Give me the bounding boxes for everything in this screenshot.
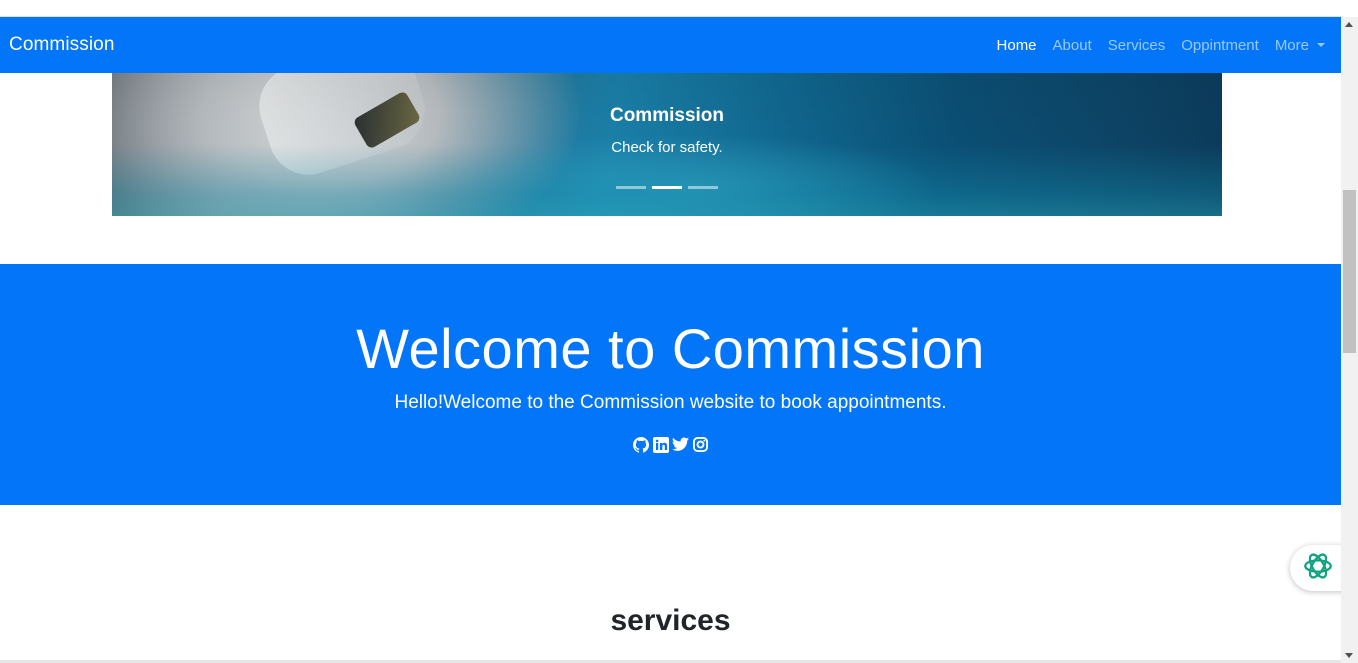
carousel-caption-title: Commission	[609, 105, 725, 126]
hero-subtitle: Hello!Welcome to the Commission website …	[394, 392, 947, 413]
nav-appointment-link[interactable]: Oppintment	[1181, 37, 1259, 54]
twitter-icon[interactable]	[672, 436, 689, 453]
vertical-scrollbar[interactable]	[1341, 17, 1358, 663]
nav-home-link[interactable]: Home	[997, 37, 1037, 54]
carousel-indicator-2[interactable]	[652, 186, 682, 189]
scrollbar-thumb[interactable]	[1343, 190, 1356, 353]
hero-jumbotron: Welcome to Commission Hello!Welcome to t…	[0, 264, 1341, 505]
openai-logo-icon	[1301, 549, 1335, 588]
carousel-indicator-1[interactable]	[616, 186, 646, 189]
carousel-indicator-3[interactable]	[688, 186, 718, 189]
services-heading: services	[610, 604, 731, 637]
instagram-icon[interactable]	[692, 436, 709, 453]
linkedin-icon[interactable]	[652, 436, 669, 453]
brand-link[interactable]: Commission	[9, 34, 115, 56]
nav-more-dropdown[interactable]: More	[1275, 37, 1325, 54]
nav-more-label: More	[1274, 36, 1309, 54]
github-icon[interactable]	[632, 436, 649, 453]
scroll-up-icon[interactable]	[1345, 22, 1353, 27]
social-links	[0, 436, 1341, 453]
page: Commission Home About Services Oppintmen…	[0, 0, 1358, 663]
carousel-indicators	[112, 186, 1222, 189]
top-strip	[0, 0, 1341, 17]
hero-title: Welcome to Commission	[356, 317, 985, 380]
nav-services-link[interactable]: Services	[1108, 37, 1166, 54]
navbar: Commission Home About Services Oppintmen…	[0, 17, 1341, 73]
nav-about-link[interactable]: About	[1053, 37, 1092, 54]
carousel-caption-text: Check for safety.	[611, 139, 723, 156]
chevron-down-icon	[1317, 42, 1325, 47]
carousel[interactable]: Commission Check for safety.	[112, 73, 1222, 216]
nav-links: Home About Services Oppintment More	[997, 37, 1325, 54]
scroll-down-icon[interactable]	[1345, 653, 1353, 658]
